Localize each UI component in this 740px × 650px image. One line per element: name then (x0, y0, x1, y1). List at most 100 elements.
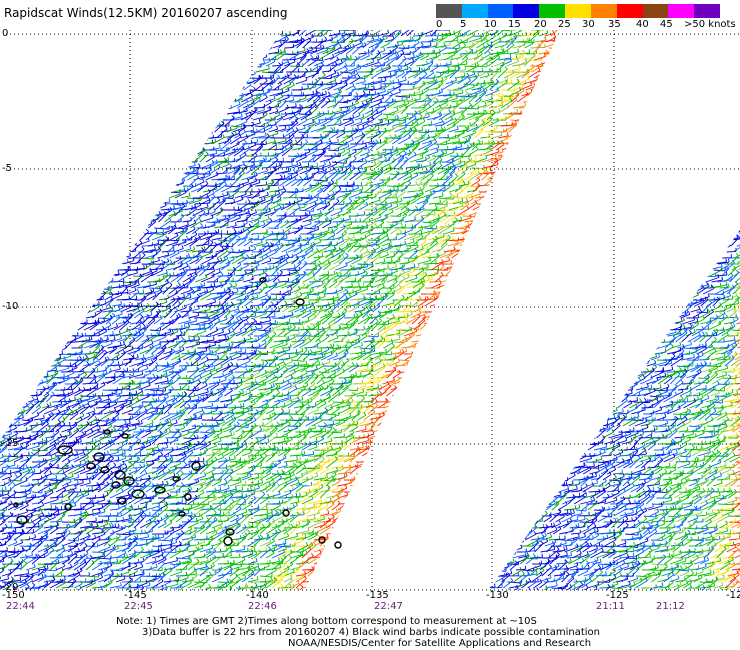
wind-barb-flag (271, 195, 274, 200)
wind-barb-flag (342, 141, 345, 145)
wind-barb-flag (459, 159, 462, 164)
wind-barb (127, 272, 138, 277)
wind-barb-flag (467, 222, 470, 226)
wind-barb (377, 166, 391, 175)
wind-barb-flag (414, 205, 418, 209)
wind-barb (467, 149, 479, 157)
wind-barb-flag (246, 254, 249, 258)
wind-barb (140, 219, 152, 223)
wind-barb-flag (482, 168, 486, 172)
wind-barb-flag (400, 222, 404, 227)
wind-barb (308, 30, 321, 31)
wind-barb-flag (474, 156, 477, 161)
wind-barb-flag (324, 176, 328, 180)
wind-barb-flag (421, 245, 424, 249)
wind-barb-flag (141, 228, 145, 232)
wind-barb-flag (243, 139, 247, 144)
wind-barb (535, 92, 548, 103)
wind-barb-flag (395, 248, 400, 252)
wind-barb-flag (367, 18, 369, 21)
wind-barb-flag (181, 170, 185, 174)
wind-barb-flag (367, 84, 370, 88)
wind-barb-flag (234, 222, 237, 226)
wind-barb-flag (470, 234, 472, 239)
wind-barb-flag (356, 99, 359, 104)
wind-barb-flag (494, 189, 497, 193)
wind-barb-flag (332, 53, 335, 58)
wind-barb-flag (387, 265, 389, 269)
wind-barb (478, 204, 492, 211)
wind-barb (480, 33, 490, 43)
wind-barb-flag (520, 131, 524, 135)
wind-barb-flag (286, 254, 290, 258)
wind-barb-flag (452, 227, 455, 231)
wind-barb (373, 154, 383, 163)
wind-barb-flag (457, 198, 460, 202)
wind-barb-flag (389, 91, 394, 95)
wind-barb-flag (243, 164, 247, 168)
wind-barb (298, 223, 312, 229)
wind-barb-flag (226, 103, 230, 107)
wind-barb-flag (253, 86, 256, 91)
wind-barb (294, 284, 306, 295)
wind-barb-flag (206, 203, 209, 208)
wind-barb (176, 216, 184, 223)
wind-barb (469, 173, 481, 181)
wind-barb-flag (489, 201, 493, 205)
wind-barb (203, 268, 214, 271)
wind-barb (178, 280, 192, 289)
wind-barb (131, 227, 141, 235)
wind-barb-flag (285, 234, 288, 239)
wind-barb-flag (249, 191, 252, 196)
wind-barb-flag (295, 268, 298, 273)
wind-barb-flag (385, 34, 388, 39)
wind-barb-flag (411, 139, 415, 143)
wind-barb-flag (362, 90, 366, 94)
wind-barb-flag (430, 120, 433, 125)
wind-barb-flag (229, 163, 233, 167)
wind-barb (405, 258, 417, 265)
wind-barb-flag (297, 152, 300, 156)
wind-barb (123, 244, 137, 247)
wind-barb-flag (203, 281, 206, 286)
wind-barb-flag (440, 271, 444, 276)
wind-barb-flag (236, 288, 239, 292)
wind-barb-flag (504, 66, 508, 70)
wind-barb-flag (285, 251, 288, 255)
wind-barb (500, 141, 512, 145)
wind-barb (255, 80, 268, 91)
wind-barb (465, 239, 475, 247)
wind-barb-flag (231, 247, 234, 252)
wind-barb-flag (334, 152, 337, 156)
wind-barb-flag (223, 102, 227, 106)
wind-barb-flag (410, 166, 414, 170)
wind-barb (286, 221, 298, 229)
wind-barb-flag (321, 253, 324, 257)
wind-barb (239, 265, 249, 271)
wind-barb-flag (347, 44, 350, 49)
wind-barb-flag (340, 277, 344, 281)
wind-barb-flag (200, 222, 204, 227)
wind-barb-flag (461, 197, 464, 202)
wind-barb-flag (372, 168, 374, 173)
wind-barb-flag (377, 35, 380, 40)
wind-barb (357, 184, 368, 187)
wind-barb (456, 271, 466, 277)
wind-barb (410, 30, 420, 31)
wind-barb-flag (304, 117, 308, 121)
wind-barb-flag (414, 216, 416, 220)
wind-barb-flag (262, 221, 266, 225)
wind-barb-flag (238, 236, 242, 240)
wind-barb (452, 277, 464, 283)
wind-barb-flag (465, 137, 468, 142)
wind-barb-flag (505, 164, 508, 168)
wind-barb (204, 132, 214, 139)
wind-barb-flag (311, 33, 314, 38)
wind-barb-flag (145, 228, 150, 233)
wind-barb-flag (496, 176, 500, 180)
wind-barb-flag (349, 264, 353, 268)
wind-barb-flag (429, 252, 432, 256)
wind-barb (238, 222, 248, 229)
wind-barb (219, 164, 229, 169)
wind-barb (441, 82, 454, 91)
